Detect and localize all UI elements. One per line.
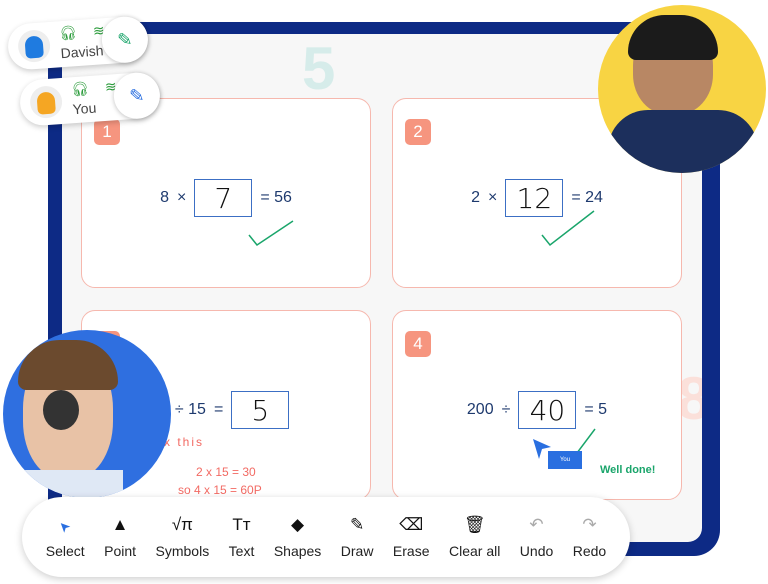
tool-label: Symbols bbox=[155, 543, 210, 559]
question-card-4: 4 200 ÷ 40 = 5 You Well done! bbox=[392, 310, 682, 500]
point-icon: ▲ bbox=[111, 515, 129, 534]
tool-label: Text bbox=[228, 543, 255, 559]
question-number: 2 bbox=[405, 119, 431, 145]
cursor-icon: ➤ bbox=[54, 517, 74, 537]
result: = 5 bbox=[584, 401, 608, 418]
note: 2 x 15 = 30 bbox=[196, 465, 256, 479]
tool-label: Draw bbox=[340, 543, 374, 559]
decoration: 5 bbox=[302, 35, 336, 102]
operator: ÷ 15 bbox=[174, 401, 206, 418]
participant-badge-davish: 🎧︎ ≋ Davish ✎ bbox=[6, 15, 150, 71]
trash-icon: 🗑 bbox=[463, 515, 486, 534]
question-card-1: 1 8 × 7 = 56 bbox=[81, 98, 371, 288]
tool-draw-button[interactable]: ✎ Draw bbox=[341, 515, 374, 559]
participant-name: You bbox=[72, 99, 97, 118]
tool-shapes-button[interactable]: ◆ Shapes bbox=[274, 515, 321, 559]
undo-icon: ↶ bbox=[529, 515, 544, 534]
answer-box[interactable]: 7 bbox=[194, 179, 253, 217]
tool-text-button[interactable]: Tт Text bbox=[229, 515, 255, 559]
redo-icon: ↷ bbox=[582, 515, 597, 534]
note: x this bbox=[164, 435, 205, 449]
checkmark-icon bbox=[248, 220, 294, 247]
eraser-icon: ⌫ bbox=[399, 515, 424, 534]
cursor-label: You bbox=[548, 451, 582, 469]
tool-label: Select bbox=[45, 543, 85, 559]
checkmark-icon bbox=[541, 210, 595, 247]
pencil-icon: ✎ bbox=[349, 515, 365, 534]
tool-label: Undo bbox=[519, 543, 554, 559]
participant-video-bottom bbox=[3, 330, 171, 498]
operator: × bbox=[487, 189, 498, 206]
participant-video-top bbox=[598, 5, 766, 173]
feedback-text: Well done! bbox=[600, 464, 656, 476]
tool-label: Point bbox=[104, 543, 137, 559]
tool-redo-button[interactable]: ↷ Redo bbox=[573, 515, 606, 559]
drawing-toolbar: ➤ Select ▲ Point √π Symbols Tт Text ◆ Shapes ✎ Draw… bbox=[22, 497, 630, 577]
tool-undo-button[interactable]: ↶ Undo bbox=[520, 515, 553, 559]
operand: 2 bbox=[471, 189, 480, 206]
question-number: 1 bbox=[94, 119, 120, 145]
answer-box[interactable]: 5 bbox=[231, 391, 290, 429]
result: = 56 bbox=[260, 189, 292, 206]
tool-label: Redo bbox=[572, 543, 607, 559]
tool-erase-button[interactable]: ⌫ Erase bbox=[393, 515, 430, 559]
operand: 200 bbox=[466, 401, 494, 418]
participant-badge-you: 🎧︎ ≋ You ✎ bbox=[18, 71, 162, 127]
tool-point-button[interactable]: ▲ Point bbox=[104, 515, 136, 559]
operand: 8 bbox=[160, 189, 169, 206]
avatar bbox=[17, 28, 52, 64]
tool-symbols-button[interactable]: √π Symbols bbox=[156, 515, 210, 559]
symbols-icon: √π bbox=[171, 515, 193, 534]
avatar bbox=[29, 84, 64, 120]
result: = 24 bbox=[571, 189, 603, 206]
tool-label: Clear all bbox=[448, 543, 501, 559]
operator: × bbox=[176, 189, 187, 206]
answer-box[interactable]: 40 bbox=[518, 391, 577, 429]
shapes-icon: ◆ bbox=[291, 515, 305, 534]
tool-select-button[interactable]: ➤ Select bbox=[46, 515, 85, 559]
tool-clear-all-button[interactable]: 🗑 Clear all bbox=[449, 515, 500, 559]
question-number: 4 bbox=[405, 331, 431, 357]
result: = bbox=[213, 401, 224, 418]
text-icon: Tт bbox=[232, 515, 251, 534]
note: so 4 x 15 = 60P bbox=[178, 483, 262, 497]
participant-name: Davish bbox=[60, 42, 104, 62]
operator: ÷ bbox=[501, 401, 511, 418]
tool-label: Shapes bbox=[273, 543, 322, 559]
tool-label: Erase bbox=[392, 543, 430, 559]
